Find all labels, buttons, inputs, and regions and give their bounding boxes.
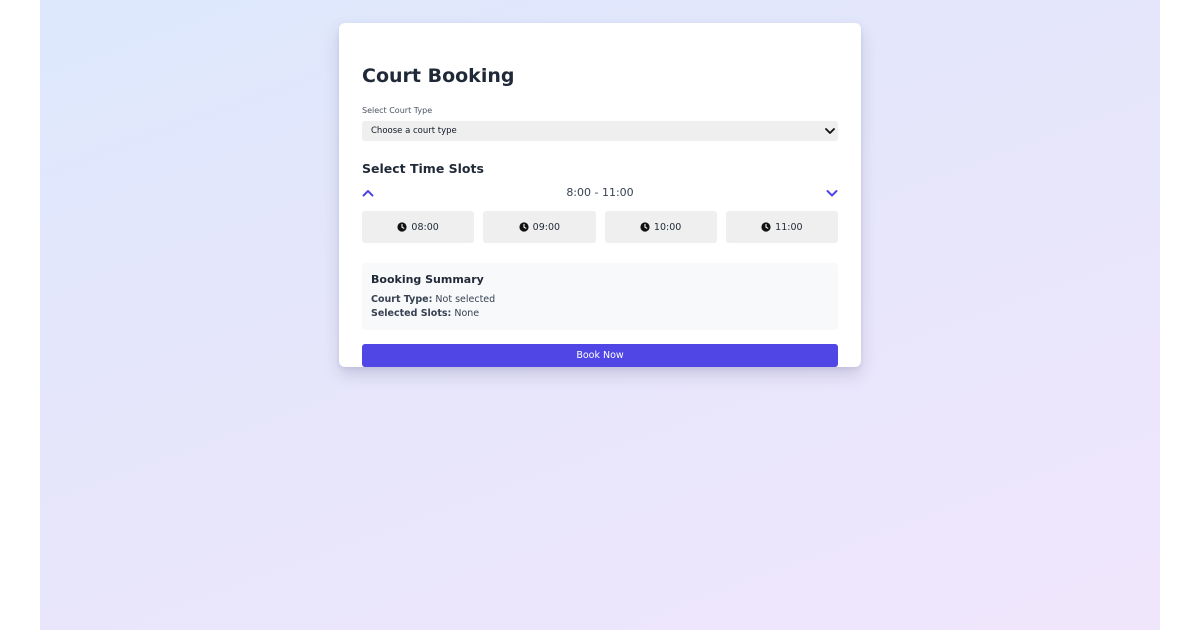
booking-summary-title: Booking Summary [371,273,484,286]
time-slot-label: 11:00 [775,221,803,233]
summary-selected-slots: Selected Slots: None [371,307,829,321]
time-range-label: 8:00 - 11:00 [566,186,634,199]
summary-court-type: Court Type: Not selected [371,293,829,307]
booking-card: Court Booking Select Court Type Choose a… [339,23,861,367]
summary-selected-slots-value: None [454,308,480,319]
summary-court-type-label: Court Type: [371,294,433,305]
clock-icon [397,222,408,232]
page-title: Court Booking [362,65,515,87]
time-slot-button[interactable]: 10:00 [604,211,717,243]
time-slot-grid: 08:00 09:00 10:00 11:00 [362,211,838,243]
time-slot-label: 08:00 [411,221,439,233]
time-slot-button[interactable]: 09:00 [483,211,596,243]
time-slot-label: 09:00 [532,221,561,233]
chevron-down-icon[interactable] [825,186,839,200]
time-slots-title: Select Time Slots [362,161,484,176]
chevron-down-icon [825,128,835,134]
court-type-selected-value: Choose a court type [371,126,457,136]
time-slot-label: 10:00 [653,221,682,233]
time-slot-button[interactable]: 11:00 [725,211,838,243]
court-type-select[interactable]: Choose a court type [362,121,838,141]
summary-selected-slots-label: Selected Slots: [371,308,452,319]
time-range-navigator: 8:00 - 11:00 [362,185,838,201]
time-slot-button[interactable]: 08:00 [362,211,475,243]
book-now-button[interactable]: Book Now [362,344,838,367]
summary-court-type-value: Not selected [435,294,496,305]
booking-summary: Booking Summary Court Type: Not selected… [362,263,838,330]
court-type-label: Select Court Type [362,106,433,115]
clock-icon [519,222,529,232]
clock-icon [761,222,771,232]
clock-icon [640,222,650,232]
